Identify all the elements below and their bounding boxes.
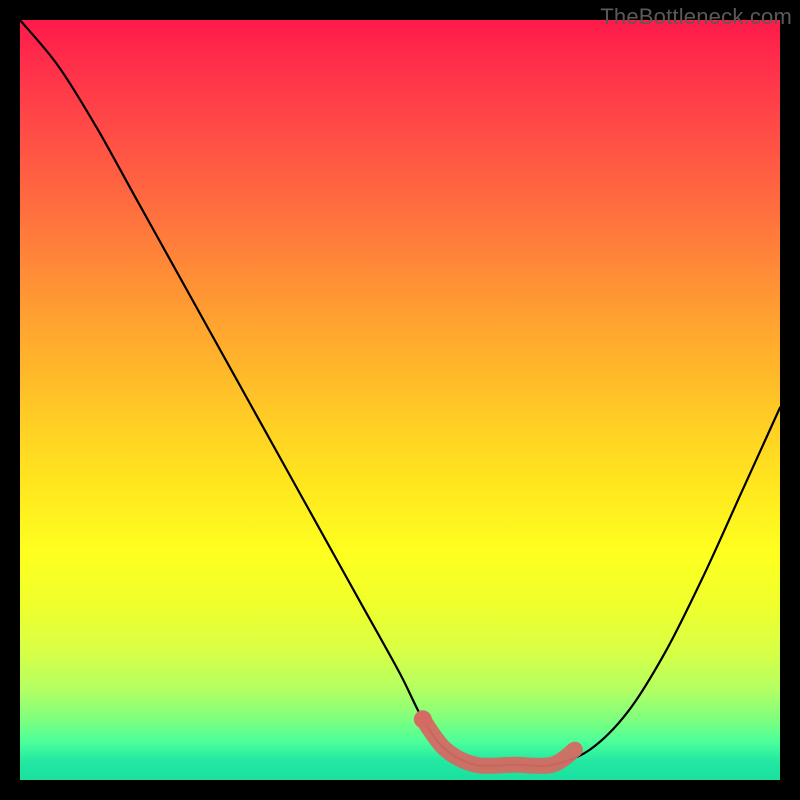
watermark-label: TheBottleneck.com — [600, 4, 792, 30]
plot-area — [20, 20, 780, 780]
optimal-zone-highlight — [423, 719, 575, 766]
chart-stage: TheBottleneck.com — [0, 0, 800, 800]
bottleneck-curve — [20, 20, 780, 766]
curve-svg — [20, 20, 780, 780]
optimal-marker-dot — [414, 710, 432, 728]
